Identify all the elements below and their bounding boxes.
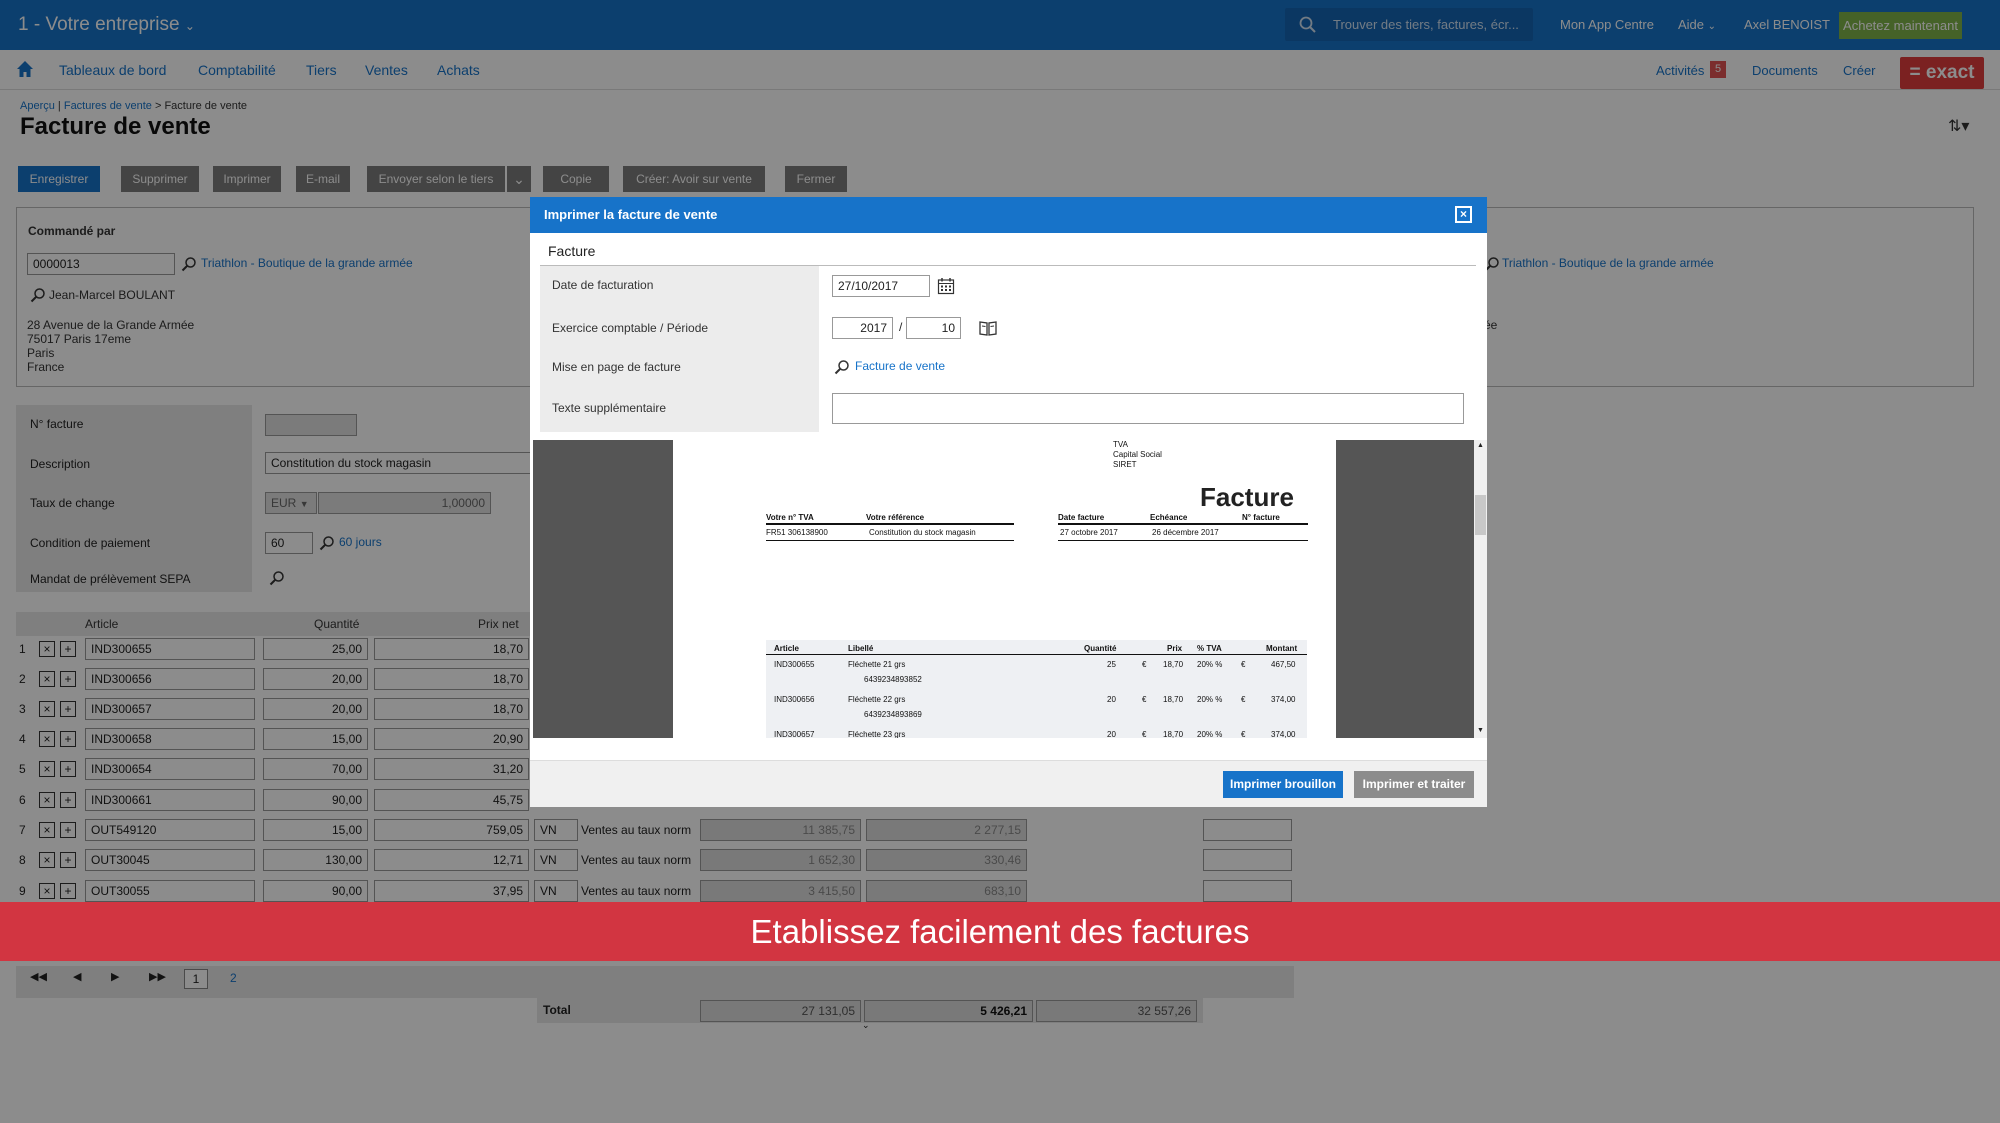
preview-item-currency: € [1142,695,1147,704]
preview-item-currency: € [1241,730,1246,738]
invoice-preview[interactable]: TVA Capital Social SIRET Facture Votre n… [533,440,1475,738]
caption-banner: Etablissez facilement des factures [0,902,2000,961]
scroll-down-icon[interactable]: ▼ [1477,727,1484,734]
preview-date-header: Date facture [1058,513,1105,522]
preview-item-vat: 20% % [1197,695,1223,704]
print-invoice-dialog: Imprimer la facture de vente × Facture D… [530,197,1487,807]
preview-rule [766,523,1014,525]
preview-item-amount: 467,50 [1271,660,1296,669]
print-and-process-button[interactable]: Imprimer et traiter [1354,771,1474,798]
scroll-up-icon[interactable]: ▲ [1477,442,1484,449]
preview-item-vat: 20% % [1197,730,1223,738]
preview-item-price: 18,70 [1163,730,1184,738]
preview-item-price: 18,70 [1163,660,1184,669]
invoice-date-label: Date de facturation [552,278,654,292]
preview-company-line: Capital Social [1113,450,1162,459]
preview-rule [1058,540,1308,541]
preview-item-currency: € [1142,660,1147,669]
preview-item-header: % TVA [1197,644,1222,653]
preview-item-amount: 374,00 [1271,730,1296,738]
preview-ref-value: Constitution du stock magasin [869,528,976,537]
preview-item-qty: 20 [1107,695,1116,704]
fiscal-year-input[interactable]: 2017 [832,317,893,339]
dialog-title: Imprimer la facture de vente [530,197,1487,233]
preview-item-currency: € [1241,695,1246,704]
extra-text-label: Texte supplémentaire [552,401,667,415]
preview-item-label: Fléchette 23 grs [848,730,906,738]
preview-item-article: IND300656 [774,695,815,704]
invoice-layout-link[interactable]: Facture de vente [855,359,945,373]
preview-date-header: Echéance [1150,513,1188,522]
preview-title: Facture [1200,482,1294,512]
preview-item-currency: € [1142,730,1147,738]
period-separator: / [899,320,903,334]
preview-rule [766,654,1307,655]
preview-item-article: IND300655 [774,660,815,669]
preview-item-header: Quantité [1084,644,1117,653]
book-icon[interactable] [979,320,997,336]
preview-item-ean: 6439234893852 [864,675,922,684]
preview-item-header: Prix [1167,644,1183,653]
preview-item-header: Article [774,644,799,653]
invoice-date-input[interactable]: 27/10/2017 [832,275,930,297]
extra-text-textarea[interactable] [832,393,1464,424]
preview-item-vat: 20% % [1197,660,1223,669]
close-icon[interactable]: × [1455,206,1472,223]
preview-item-header: Libellé [848,644,874,653]
period-input[interactable]: 10 [906,317,961,339]
preview-date-value: 26 décembre 2017 [1152,528,1219,537]
preview-ref-value: FR51 306138900 [766,528,828,537]
preview-scrollbar[interactable]: ▲ ▼ [1474,440,1487,738]
preview-company-line: SIRET [1113,460,1137,469]
preview-item-currency: € [1241,660,1246,669]
preview-date-value: 27 octobre 2017 [1060,528,1118,537]
preview-item-price: 18,70 [1163,695,1184,704]
layout-lookup-icon[interactable] [834,359,850,375]
preview-company-line: TVA [1113,440,1128,449]
preview-item-amount: 374,00 [1271,695,1296,704]
dialog-footer [530,760,1487,807]
preview-item-ean: 6439234893869 [864,710,922,719]
preview-item-article: IND300657 [774,730,815,738]
preview-ref-header: Votre référence [866,513,925,522]
preview-item-label: Fléchette 21 grs [848,660,906,669]
calendar-icon[interactable] [937,277,955,295]
preview-item-qty: 25 [1107,660,1116,669]
preview-page: TVA Capital Social SIRET Facture Votre n… [673,440,1336,738]
fiscal-period-label: Exercice comptable / Période [552,321,709,335]
print-draft-button[interactable]: Imprimer brouillon [1223,771,1343,798]
preview-item-label: Fléchette 22 grs [848,695,906,704]
invoice-layout-label: Mise en page de facture [552,360,681,374]
preview-rule [766,540,1014,541]
scroll-thumb[interactable] [1475,495,1486,535]
preview-item-header: Montant [1266,644,1298,653]
preview-date-header: N° facture [1242,513,1280,522]
preview-ref-header: Votre n° TVA [766,513,814,522]
dialog-section-title: Facture [548,243,596,259]
preview-rule [1058,523,1308,525]
preview-item-qty: 20 [1107,730,1116,738]
